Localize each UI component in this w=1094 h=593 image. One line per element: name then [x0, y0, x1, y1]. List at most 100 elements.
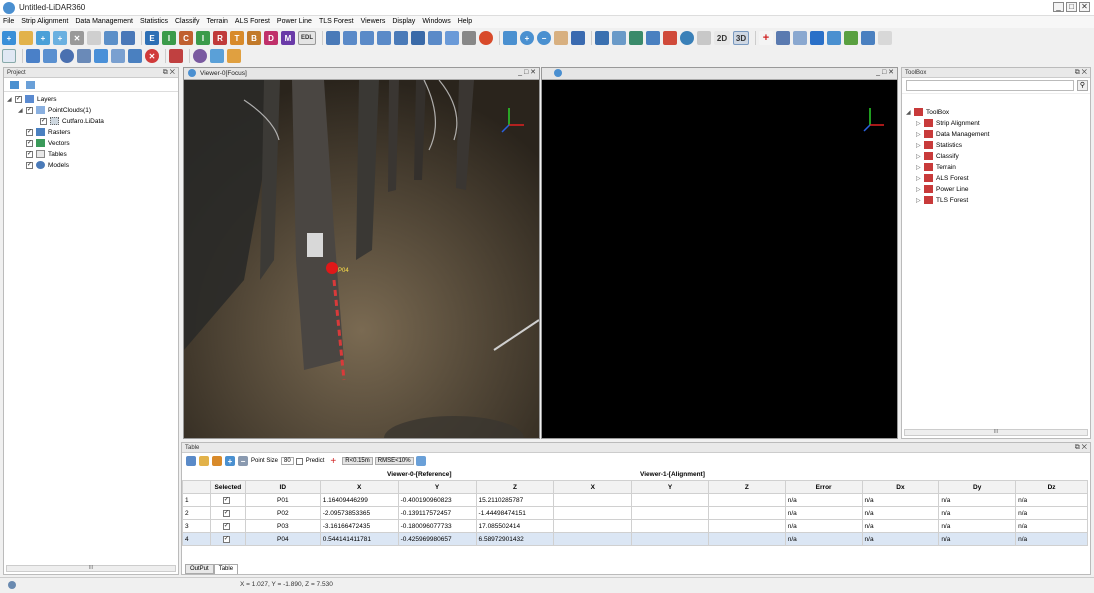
checkbox-lidata[interactable]: ✓ — [40, 117, 47, 125]
view-2d-button[interactable]: 2D — [714, 31, 730, 45]
tree-item-layers[interactable]: ◢ ✓ Layers — [7, 94, 57, 104]
import-icon[interactable] — [212, 456, 222, 466]
menu-als-forest[interactable]: ALS Forest — [232, 17, 273, 26]
menu-classify[interactable]: Classify — [172, 17, 203, 26]
menu-file[interactable]: File — [0, 17, 17, 26]
cell-ref-y[interactable]: -0.425969980657 — [397, 532, 477, 546]
table-row[interactable]: 2 ✓ P02 -2.09573853365 -0.139117572457 -… — [182, 506, 1088, 520]
toolbox-item-tls-forest[interactable]: ▷ TLS Forest — [916, 195, 968, 205]
cell-align-y[interactable] — [631, 506, 709, 520]
predict-checkbox[interactable] — [295, 457, 303, 465]
row-selected-checkbox[interactable]: ✓ — [222, 510, 230, 517]
crosshair-icon[interactable]: + — [330, 456, 336, 467]
pick-pin-icon[interactable] — [571, 31, 585, 45]
table-row-selected[interactable]: 4 ✓ P04 0.544141411781 -0.425969980657 6… — [182, 532, 1088, 546]
sparkle-icon[interactable] — [227, 49, 241, 63]
menu-display[interactable]: Display — [389, 17, 418, 26]
view-iso2-icon[interactable] — [445, 31, 459, 45]
checkbox-tables[interactable]: ✓ — [26, 150, 33, 158]
save-as-icon[interactable] — [121, 31, 135, 45]
toolbox-item-classify[interactable]: ▷ Classify — [916, 151, 959, 161]
row-selected-checkbox[interactable]: ✓ — [222, 523, 230, 530]
expand-icon[interactable]: ▷ — [916, 142, 923, 149]
map-icon[interactable] — [629, 31, 643, 45]
cell-align-y[interactable] — [631, 519, 709, 533]
close-button[interactable]: ✕ — [1079, 2, 1090, 12]
alignment-view[interactable] — [542, 80, 897, 438]
section-icon[interactable] — [793, 31, 807, 45]
add-icon[interactable]: + — [2, 31, 16, 45]
menu-terrain[interactable]: Terrain — [204, 17, 231, 26]
link-views-icon[interactable] — [612, 31, 626, 45]
cell-align-x[interactable] — [553, 493, 633, 507]
intensity-alt-button[interactable]: I — [196, 31, 210, 45]
select-polygon-icon[interactable] — [94, 49, 108, 63]
col-header-ref-x[interactable]: X — [319, 480, 399, 494]
menu-viewers[interactable]: Viewers — [358, 17, 389, 26]
cell-ref-x[interactable]: -3.16166472435 — [319, 519, 399, 533]
expand-icon[interactable]: ◢ — [906, 109, 913, 116]
cell-ref-z[interactable]: 6.58972901432 — [475, 532, 555, 546]
globe-icon[interactable] — [680, 31, 694, 45]
tree-item-pointclouds[interactable]: ◢ ✓ PointClouds(1) — [18, 105, 91, 115]
col-header-align-z[interactable]: Z — [707, 480, 786, 494]
toolbox-item-power-line[interactable]: ▷ Power Line — [916, 184, 969, 194]
row-selected-checkbox[interactable]: ✓ — [222, 536, 230, 543]
select-shape-icon[interactable] — [26, 49, 40, 63]
id-button[interactable]: D — [264, 31, 278, 45]
view-top-icon[interactable] — [326, 31, 340, 45]
toolbox-item-strip-alignment[interactable]: ▷ Strip Alignment — [916, 118, 980, 128]
view-front-icon[interactable] — [360, 31, 374, 45]
cell-align-x[interactable] — [553, 532, 633, 546]
add-point-icon[interactable]: + — [225, 456, 235, 466]
viewer-0-window-buttons[interactable]: _ □ ✕ — [518, 68, 536, 76]
expand-icon[interactable]: ◢ — [7, 96, 14, 103]
select-clip-icon[interactable] — [111, 49, 125, 63]
classify-cube-icon[interactable] — [169, 49, 183, 63]
document-icon[interactable] — [87, 31, 101, 45]
toolbox-item-terrain[interactable]: ▷ Terrain — [916, 162, 956, 172]
view-3d-button[interactable]: 3D — [733, 31, 749, 45]
save-icon[interactable] — [104, 31, 118, 45]
cell-id[interactable]: P02 — [244, 506, 321, 520]
collapse-all-icon[interactable] — [26, 81, 35, 89]
cell-align-z[interactable] — [707, 506, 786, 520]
expand-icon[interactable]: ◢ — [18, 107, 25, 114]
expand-icon[interactable]: ▷ — [916, 120, 923, 127]
maximize-button[interactable]: □ — [1066, 2, 1077, 12]
search-icon[interactable]: ⚲ — [1077, 80, 1088, 91]
viewer-1[interactable]: _ □ ✕ — [541, 67, 898, 439]
cancel-selection-icon[interactable]: ✕ — [145, 49, 159, 63]
viewer-0[interactable]: Viewer-0[Focus] _ □ ✕ P04 — [183, 67, 540, 439]
cell-ref-x[interactable]: 0.544141411781 — [319, 532, 399, 546]
toolbox-item-data-management[interactable]: ▷ Data Management — [916, 129, 989, 139]
molecule-icon[interactable] — [210, 49, 224, 63]
toolbox-horizontal-scrollbar[interactable]: III — [904, 429, 1088, 436]
tree-item-rasters[interactable]: ✓ Rasters — [26, 127, 70, 137]
toolbox-item-als-forest[interactable]: ▷ ALS Forest — [916, 173, 969, 183]
time-button[interactable]: T — [230, 31, 244, 45]
expand-icon[interactable]: ▷ — [916, 131, 923, 138]
cell-align-z[interactable] — [707, 519, 786, 533]
box-select-icon[interactable] — [810, 31, 824, 45]
toolbox-root[interactable]: ◢ ToolBox — [906, 107, 949, 117]
rotate-icon[interactable] — [479, 31, 493, 45]
tab-output[interactable]: OutPut — [185, 564, 214, 574]
menu-help[interactable]: Help — [455, 17, 475, 26]
point-cloud-scene[interactable]: P04 — [184, 80, 539, 438]
select-circle-icon[interactable] — [60, 49, 74, 63]
zoom-extent-icon[interactable] — [503, 31, 517, 45]
col-header-error[interactable]: Error — [784, 480, 863, 494]
compute-icon[interactable] — [415, 456, 426, 466]
table-row[interactable]: 1 ✓ P01 1.16409446299 -0.400190960823 15… — [182, 493, 1088, 507]
mixed-button[interactable]: M — [281, 31, 295, 45]
chart-icon[interactable] — [2, 49, 16, 63]
blend-button[interactable]: B — [247, 31, 261, 45]
tree-item-models[interactable]: ✓ Models — [26, 160, 69, 170]
menu-data-management[interactable]: Data Management — [72, 17, 136, 26]
expand-icon[interactable]: ▷ — [916, 164, 923, 171]
view-iso1-icon[interactable] — [428, 31, 442, 45]
viewer-1-window-buttons[interactable]: _ □ ✕ — [876, 68, 894, 76]
select-apply-icon[interactable] — [128, 49, 142, 63]
col-header-align-y[interactable]: Y — [631, 480, 709, 494]
